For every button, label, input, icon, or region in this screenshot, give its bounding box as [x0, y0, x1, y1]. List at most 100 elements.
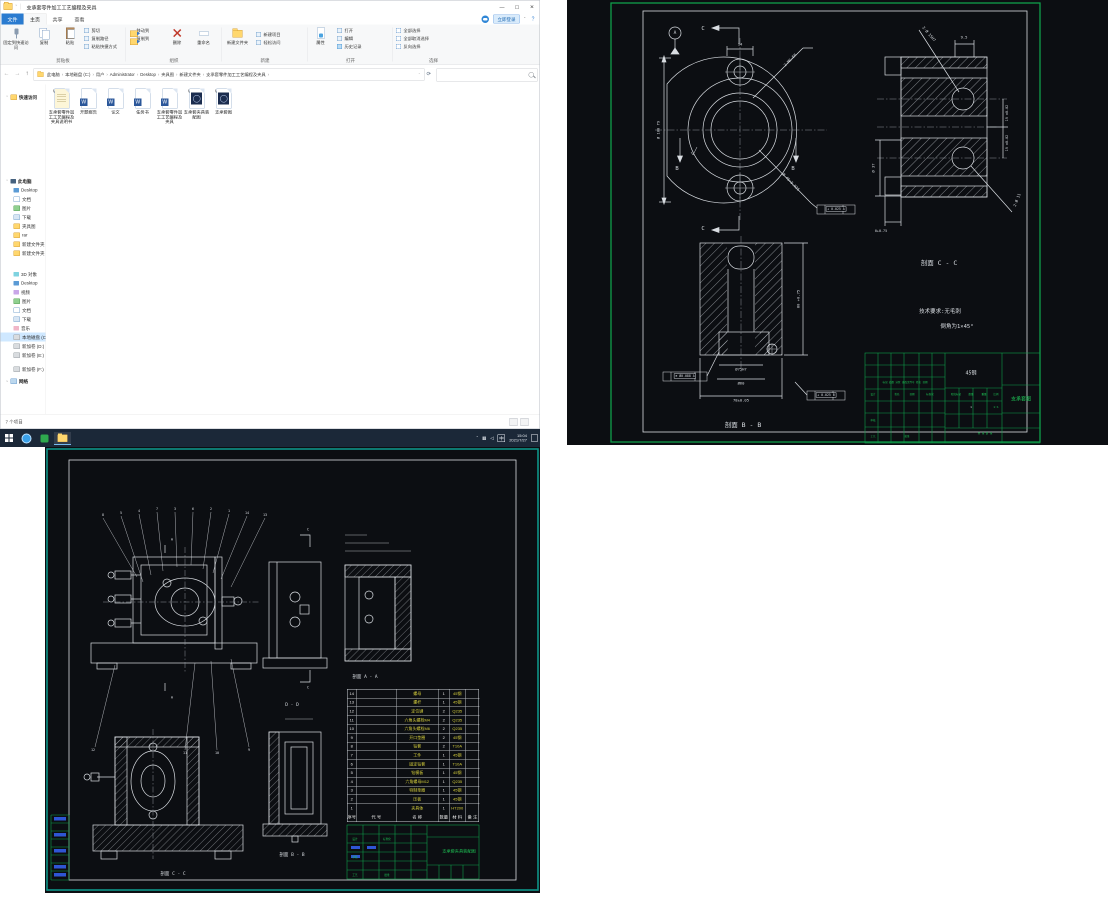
button-label: 属性 [316, 41, 325, 46]
taskbar-app-green[interactable] [36, 432, 53, 445]
refresh-icon[interactable]: ⟳ [427, 71, 432, 78]
minimize-button[interactable]: — [495, 1, 510, 14]
taskbar-app-browser[interactable] [18, 432, 35, 445]
ime-indicator[interactable]: 中 [498, 434, 506, 442]
sidebar-item[interactable]: rar [1, 231, 46, 240]
bom-part-name: 六角头螺栓M4 [397, 716, 439, 724]
breadcrumb-item[interactable]: Administrator [109, 72, 136, 77]
sidebar-item[interactable]: 图片 [1, 297, 46, 306]
button-label: 粘贴 [66, 41, 75, 46]
menu-tab[interactable]: 主页 [24, 14, 47, 25]
sidebar-item[interactable]: 新建文件夹 (2) [1, 249, 46, 258]
pin-to-quick-access-button[interactable]: 固定到快速访问 [3, 27, 30, 57]
sidebar-this-pc[interactable]: ˇ 此电脑 [1, 177, 46, 186]
file-item[interactable]: W 开题报告 [76, 89, 102, 115]
file-item[interactable]: W 支承套零件加工工艺编程及夹具 [157, 89, 183, 125]
invert-selection-button[interactable]: 反向选择 [396, 44, 430, 50]
breadcrumb-item[interactable]: 支承套零件加工工艺编程及夹具 [205, 72, 267, 78]
start-button[interactable] [5, 434, 13, 442]
cad-annotation: 19 ±0.02 [1005, 135, 1009, 151]
sidebar-item[interactable]: 音乐 [1, 324, 46, 333]
menu-tab[interactable]: 查看 [69, 14, 91, 25]
file-item[interactable]: W 论文 [103, 89, 129, 115]
menu-tab[interactable]: 文件 [2, 14, 24, 25]
delete-button[interactable]: 删除 [166, 27, 189, 57]
sidebar-item[interactable]: 下载 [1, 315, 46, 324]
menu-tab[interactable]: 共享 [47, 14, 69, 25]
maximize-button[interactable]: ▢ [510, 1, 525, 14]
chevron-down-icon[interactable]: ˇ [16, 4, 18, 9]
up-button[interactable]: ↑ [26, 70, 29, 77]
sidebar-item[interactable]: 本地磁盘 (C:) [1, 333, 46, 342]
edit-button[interactable]: 编辑 [337, 36, 362, 42]
taskb​ar-file-explorer[interactable] [54, 432, 71, 445]
sidebar-item[interactable]: 新加卷 (D:) [1, 342, 46, 351]
notification-center-icon[interactable] [531, 435, 538, 442]
back-button[interactable]: ← [4, 70, 10, 77]
cloud-app-icon[interactable] [481, 15, 489, 23]
item-icon [14, 223, 21, 229]
volume-icon[interactable]: ◁ [490, 435, 493, 441]
move-to-button[interactable]: 移动到 [129, 28, 150, 34]
sidebar-item[interactable]: 文档 [1, 195, 46, 204]
new-folder-button[interactable]: 新建文件夹 [224, 27, 252, 57]
sidebar-item[interactable]: 3D 对象 [1, 270, 46, 279]
easy-access-button[interactable]: 轻松访问 [256, 40, 281, 46]
tray-collapse-icon[interactable]: ˆ [476, 436, 478, 441]
ribbon-collapse-icon[interactable]: ˆ [524, 17, 526, 22]
address-field[interactable]: 此电脑 › 本地磁盘 (C:) › 用户 › Administrator › [34, 69, 425, 81]
forward-button[interactable]: → [15, 70, 21, 77]
file-item[interactable]: W 支承套夹具装配图 [184, 89, 210, 120]
sidebar-item[interactable]: 图片 [1, 204, 46, 213]
open-button[interactable]: 打开 [337, 28, 362, 34]
close-button[interactable]: ✕ [525, 1, 540, 14]
breadcrumb-item[interactable]: Desktop [139, 72, 157, 77]
address-dropdown-icon[interactable]: ˇ [417, 72, 422, 77]
sidebar-item-label: 新建文件夹 [22, 241, 45, 248]
sidebar-item[interactable]: 文档 [1, 306, 46, 315]
rename-button[interactable]: 重命名 [191, 27, 217, 57]
breadcrumb-item[interactable]: 夹具图 [160, 72, 175, 78]
chevron-down-icon[interactable]: ˇ [4, 179, 11, 184]
cut-button[interactable]: 剪切 [84, 28, 118, 34]
copy-path-button[interactable]: 复制路径 [84, 36, 118, 42]
sidebar-item[interactable]: 视频 [1, 288, 46, 297]
select-none-button[interactable]: 全部取消选择 [396, 36, 430, 42]
quick-access-toolbar[interactable]: ˇ [4, 3, 21, 10]
sidebar-item[interactable]: Desktop [1, 186, 46, 195]
sidebar-quick-access[interactable]: ˇ 快速访问 [1, 93, 46, 102]
copy-to-button[interactable]: 复制到 [129, 36, 150, 42]
help-icon[interactable]: ? [530, 16, 537, 23]
new-item-button[interactable]: 新建项目 [256, 32, 281, 38]
taskbar-clock[interactable]: 15:04 2021/7/27 [509, 434, 527, 443]
cloud-login-button[interactable]: 立即登录 [493, 15, 520, 24]
breadcrumb-item[interactable]: 本地磁盘 (C:) [64, 72, 91, 78]
sidebar-item-drive-f[interactable]: 新加卷 (F:) [1, 365, 46, 374]
list-view-toggle[interactable] [510, 418, 518, 426]
paste-button[interactable]: 粘贴 [57, 27, 84, 57]
copy-button[interactable]: 复制 [31, 27, 58, 57]
breadcrumb-item[interactable]: 新建文件夹 [178, 72, 201, 78]
paste-shortcut-button[interactable]: 粘贴快捷方式 [84, 44, 118, 50]
sidebar-item[interactable]: 夹具图 [1, 222, 46, 231]
chevron-right-icon[interactable]: › [4, 379, 11, 384]
breadcrumb-item[interactable]: 用户 [95, 72, 106, 78]
history-button[interactable]: 历史记录 [337, 44, 362, 50]
sidebar-item[interactable]: 新加卷 (E:) [1, 351, 46, 360]
sidebar-item-network[interactable]: › 网络 [1, 377, 46, 386]
breadcrumb-item[interactable]: 此电脑 [46, 72, 61, 78]
network-icon[interactable]: ▦ [482, 435, 486, 441]
sidebar-item[interactable]: 新建文件夹 [1, 240, 46, 249]
file-item[interactable]: W 任务书 [130, 89, 156, 115]
chevron-down-icon[interactable]: ˇ [4, 95, 11, 100]
item-icon [14, 241, 21, 247]
sidebar-item[interactable]: 下载 [1, 213, 46, 222]
title-bar[interactable]: ˇ 支承套零件加工工艺编程及夹具 — ▢ ✕ [1, 1, 540, 14]
thumbnail-view-toggle[interactable] [521, 418, 529, 426]
file-item[interactable]: W 支承套零件加工工艺编程及夹具说明书 [49, 89, 75, 125]
select-all-button[interactable]: 全部选择 [396, 28, 430, 34]
sidebar-item[interactable]: Desktop [1, 279, 46, 288]
properties-button[interactable]: 属性 [310, 27, 332, 57]
file-item[interactable]: W 支承套图 [211, 89, 237, 115]
search-input[interactable] [437, 69, 538, 82]
